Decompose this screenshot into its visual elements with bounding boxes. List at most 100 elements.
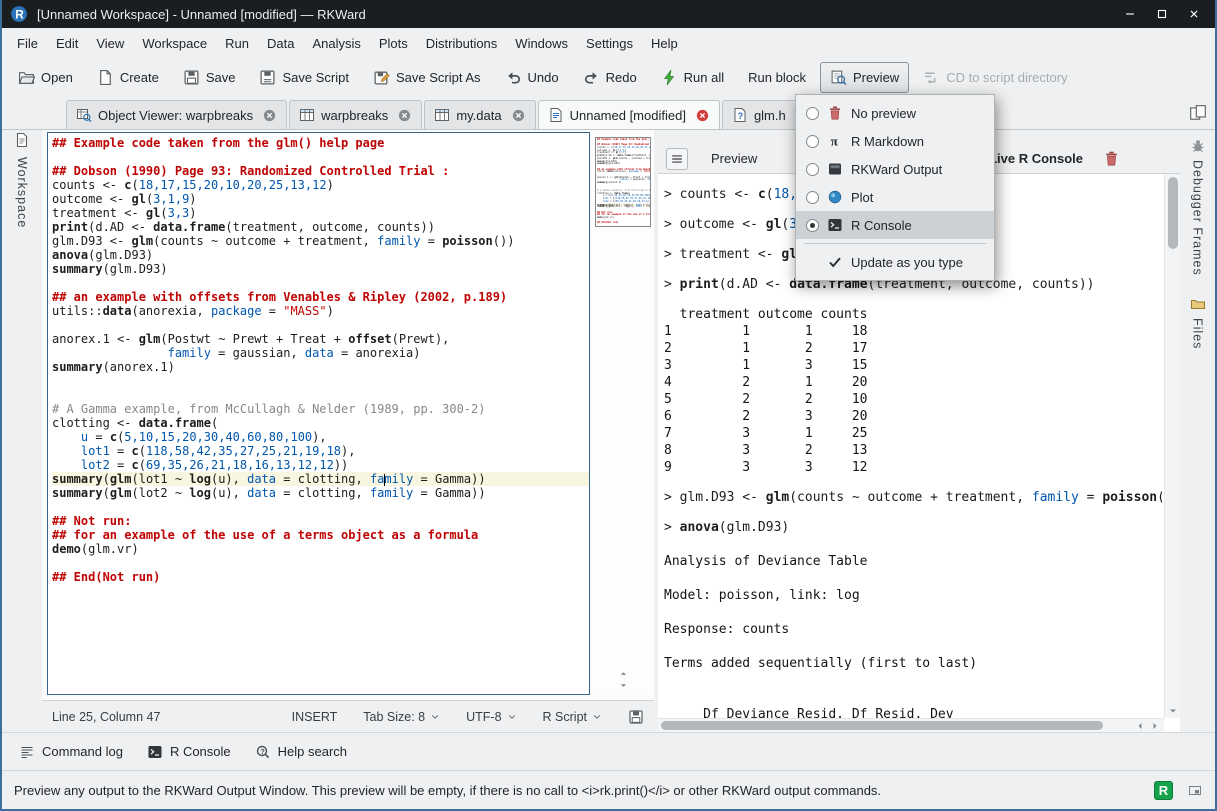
doc-tab-object-viewer-warpbreaks[interactable]: Object Viewer: warpbreaks	[66, 100, 287, 129]
toolbar-open[interactable]: Open	[8, 62, 83, 93]
menu-item-r-console[interactable]: R Console	[796, 211, 994, 239]
close-icon[interactable]	[262, 108, 277, 123]
toolview-command-log[interactable]: Command log	[10, 738, 132, 766]
split-view-icon[interactable]	[1189, 104, 1207, 122]
close-icon[interactable]	[397, 108, 412, 123]
doc-tab-my-data[interactable]: my.data	[424, 100, 535, 129]
tab-live-r-console[interactable]: Live R Console	[979, 147, 1093, 170]
menu-item-plot[interactable]: Plot	[796, 183, 994, 211]
menu-analysis[interactable]: Analysis	[303, 31, 369, 56]
menu-workspace[interactable]: Workspace	[133, 31, 216, 56]
toolbar-button-label: Run all	[684, 70, 724, 85]
scrollbar-thumb[interactable]	[661, 721, 1103, 730]
toolview-help-search[interactable]: ? Help search	[246, 738, 356, 766]
toolbar-save[interactable]: Save	[173, 62, 246, 93]
menu-item-r-markdown[interactable]: πR Markdown	[796, 127, 994, 155]
menu-help[interactable]: Help	[642, 31, 687, 56]
menu-view[interactable]: View	[87, 31, 133, 56]
code-line	[52, 388, 589, 402]
editor-pane: ## Example code taken from the glm() hel…	[42, 130, 654, 732]
toolbar-cd-to-script-directory[interactable]: CD to script directory	[913, 62, 1077, 93]
toolview-label: Help search	[278, 744, 347, 759]
filetype-select[interactable]: R Script	[543, 710, 602, 724]
svg-text:?: ?	[260, 746, 265, 755]
workspace-icon	[14, 132, 30, 148]
filetype-label: R Script	[543, 710, 587, 724]
close-red-icon[interactable]	[695, 108, 710, 123]
scroll-left-icon[interactable]	[1136, 721, 1144, 731]
toolbar-save-script[interactable]: Save Script	[249, 62, 358, 93]
maximize-button[interactable]	[1149, 4, 1175, 24]
code-line: ## Example code taken from the glm() hel…	[597, 139, 649, 142]
menu-item-rkward-output[interactable]: RKWard Output	[796, 155, 994, 183]
toolbar-save-script-as[interactable]: Save Script As	[363, 62, 491, 93]
menu-run[interactable]: Run	[216, 31, 258, 56]
toolview-r-console[interactable]: R Console	[138, 738, 240, 766]
pane-menu-button[interactable]	[666, 148, 688, 170]
editor-scrollbar-column[interactable]: ## Example code taken from the glm() hel…	[592, 132, 654, 695]
close-pane-trash-icon[interactable]	[1103, 150, 1120, 167]
help-search-icon: ?	[255, 744, 271, 760]
sidebar-item-files[interactable]: Files	[1190, 296, 1206, 349]
code-line: outcome <- gl(3,1,9)	[52, 192, 589, 206]
menu-plots[interactable]: Plots	[370, 31, 417, 56]
menu-edit[interactable]: Edit	[47, 31, 87, 56]
left-dock: Workspace	[2, 130, 42, 732]
debugger-icon	[1190, 138, 1206, 154]
code-line: ## for an example of the use of a terms …	[52, 528, 589, 542]
console-line: 7 3 1 25	[664, 425, 1162, 442]
code-line: lot1 = c(118,58,42,35,27,25,21,19,18),	[52, 444, 589, 458]
code-line: clotting <- data.frame(	[52, 416, 589, 430]
toolbar-preview[interactable]: Preview	[820, 62, 909, 93]
hamburger-icon	[670, 152, 684, 166]
toolbar-undo[interactable]: Undo	[495, 62, 569, 93]
menu-item-label: R Console	[851, 218, 912, 233]
sidebar-item-debugger-frames[interactable]: Debugger Frames	[1190, 138, 1206, 276]
scrollbar-thumb[interactable]	[1168, 177, 1178, 249]
code-line: summary(glm(lot2 ~ log(u), data = clotti…	[52, 486, 589, 500]
menu-file[interactable]: File	[8, 31, 47, 56]
code-line: ## End(Not run)	[597, 222, 649, 225]
doc-tab-warpbreaks[interactable]: warpbreaks	[289, 100, 422, 129]
chevron-down-icon	[592, 712, 602, 722]
menu-settings[interactable]: Settings	[577, 31, 642, 56]
sidebar-item-workspace[interactable]: Workspace	[15, 157, 29, 228]
menu-data[interactable]: Data	[258, 31, 303, 56]
code-line: demo(glm.vr)	[52, 542, 589, 556]
doc-tab-label: Unnamed [modified]	[570, 108, 686, 123]
toolbar-run-all[interactable]: Run all	[651, 62, 734, 93]
editor-statusbar: Line 25, Column 47 INSERT Tab Size: 8 UT…	[42, 700, 654, 732]
close-icon[interactable]	[511, 108, 526, 123]
check-icon	[827, 254, 843, 270]
toolbar-create[interactable]: Create	[87, 62, 169, 93]
toolbar-run-block[interactable]: Run block	[738, 63, 816, 92]
menu-windows[interactable]: Windows	[506, 31, 577, 56]
code-editor[interactable]: ## Example code taken from the glm() hel…	[47, 132, 590, 695]
scroll-right-icon[interactable]	[1151, 721, 1159, 731]
data-table-icon	[299, 107, 315, 123]
console-horizontal-scrollbar[interactable]	[658, 718, 1164, 732]
encoding-select[interactable]: UTF-8	[466, 710, 516, 724]
menu-item-no-preview[interactable]: No preview	[796, 99, 994, 127]
console-vertical-scrollbar[interactable]	[1164, 174, 1180, 718]
minimize-button[interactable]	[1117, 4, 1143, 24]
minimap-thumbnail[interactable]: ## Example code taken from the glm() hel…	[595, 137, 651, 227]
menu-distributions[interactable]: Distributions	[417, 31, 507, 56]
close-button[interactable]	[1181, 4, 1207, 24]
menu-item-update-as-you-type[interactable]: Update as you type	[796, 248, 994, 276]
tab-size-select[interactable]: Tab Size: 8	[363, 710, 440, 724]
svg-text:R: R	[15, 8, 24, 22]
save-status-icon[interactable]	[628, 709, 644, 725]
menu-separator	[804, 243, 986, 244]
radio-button	[806, 107, 819, 120]
tab-preview[interactable]: Preview	[701, 147, 767, 170]
toolbar-redo[interactable]: Redo	[573, 62, 647, 93]
scroll-down-icon[interactable]	[1168, 707, 1178, 715]
scroll-down-icon[interactable]	[618, 682, 629, 689]
doc-tab-unnamed-modified[interactable]: Unnamed [modified]	[538, 100, 720, 129]
toolbar-button-label: Preview	[853, 70, 899, 85]
preview-menu: No previewπR MarkdownRKWard OutputPlot R …	[795, 94, 995, 281]
scroll-up-icon[interactable]	[618, 670, 629, 677]
toolview-label: R Console	[170, 744, 231, 759]
insert-mode[interactable]: INSERT	[292, 710, 338, 724]
